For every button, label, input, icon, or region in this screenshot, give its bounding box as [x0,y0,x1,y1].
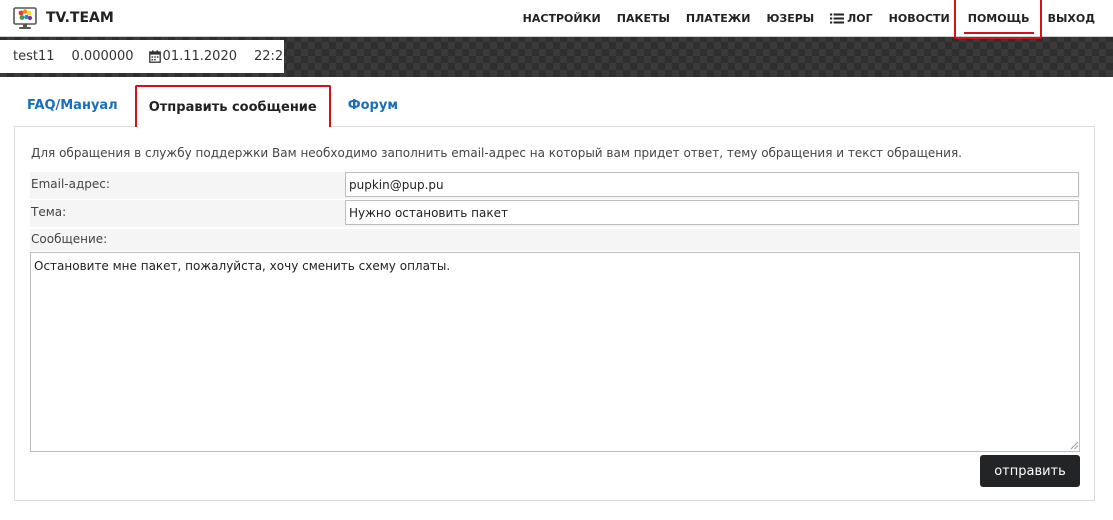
date-value: 01.11.2020 [162,49,237,64]
main-nav: НАСТРОЙКИ ПАКЕТЫ ПЛАТЕЖИ ЮЗЕРЫ ЛОГ НОВОС… [523,0,1095,39]
message-textarea[interactable]: Остановите мне пакет, пожалуйста, хочу с… [30,252,1080,452]
calendar-icon [148,50,161,63]
email-row: Email-адрес: [30,172,1080,199]
nav-item-settings[interactable]: НАСТРОЙКИ [523,12,601,25]
brand-name: TV.TEAM [46,10,114,26]
top-navbar: TV.TEAM НАСТРОЙКИ ПАКЕТЫ ПЛАТЕЖИ ЮЗЕРЫ Л… [0,0,1113,39]
balance: 0.000000 [71,49,134,64]
tab-bar: FAQ/Мануал Отправить сообщение Форум [14,85,411,127]
subject-label: Тема: [31,205,67,219]
nav-item-help[interactable]: ПОМОЩЬ [953,0,1042,39]
message-label-row: Сообщение: [30,229,1080,251]
nav-item-logout[interactable]: ВЫХОД [1048,12,1095,25]
email-field[interactable] [345,172,1079,197]
time-value: 22:29 [253,49,292,64]
nav-item-news[interactable]: НОВОСТИ [889,12,950,25]
account-info-bar: test11 0.000000 01.11.2020 22:29 [0,40,291,73]
tab-faq[interactable]: FAQ/Мануал [14,85,131,127]
subject-field[interactable] [345,200,1079,225]
nav-item-users[interactable]: ЮЗЕРЫ [766,12,814,25]
username: test11 [13,49,55,64]
message-label: Сообщение: [31,232,108,246]
form-intro-text: Для обращения в службу поддержки Вам нео… [31,146,962,160]
nav-item-log-label: ЛОГ [847,11,873,25]
tab-forum[interactable]: Форум [335,85,411,127]
tv-logo-icon [13,7,37,29]
tab-send-message[interactable]: Отправить сообщение [134,85,331,127]
brand[interactable]: TV.TEAM [12,3,114,33]
send-button[interactable]: отправить [980,455,1080,487]
nav-item-packages[interactable]: ПАКЕТЫ [617,12,670,25]
support-panel: FAQ/Мануал Отправить сообщение Форум Для… [0,77,1113,520]
email-label: Email-адрес: [31,177,110,191]
date-display: 01.11.2020 [148,49,237,64]
subject-row: Тема: [30,200,1080,227]
send-message-form: Для обращения в службу поддержки Вам нео… [14,126,1095,501]
nav-item-payments[interactable]: ПЛАТЕЖИ [686,12,751,25]
list-icon [830,13,845,23]
resize-grip-icon[interactable] [1069,440,1079,450]
nav-item-log[interactable]: ЛОГ [830,12,873,25]
